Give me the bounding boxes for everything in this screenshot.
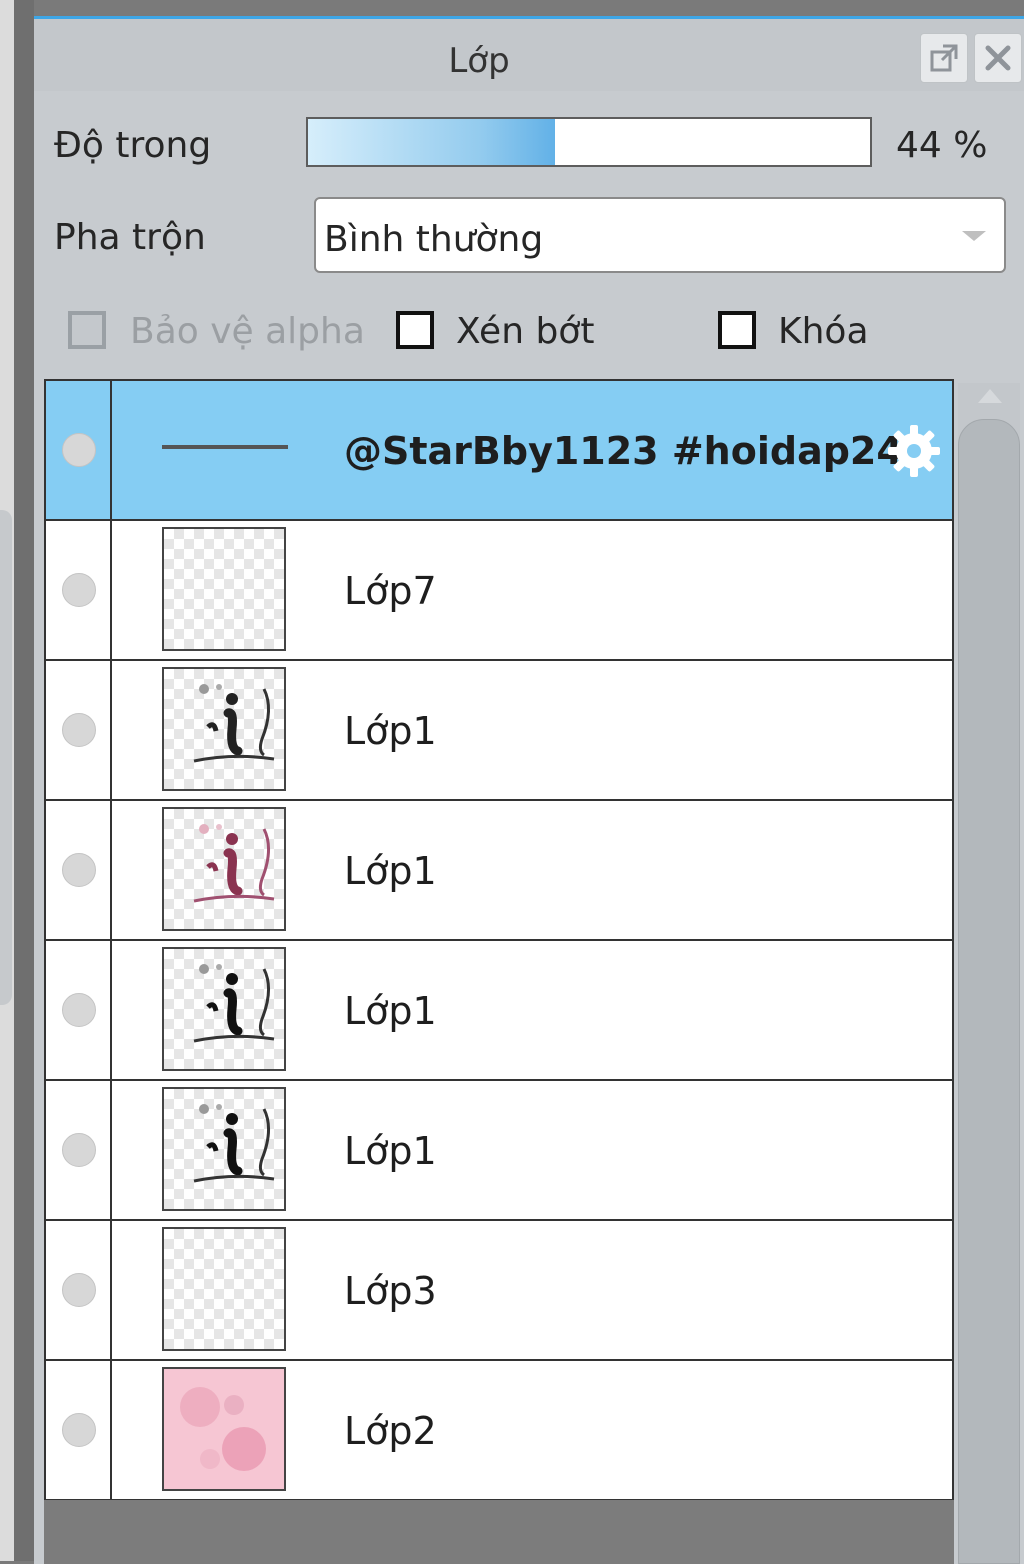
- opacity-label: Độ trong: [54, 125, 212, 166]
- layer-row[interactable]: Lớp1: [46, 1081, 952, 1221]
- panel-titlebar[interactable]: Lớp: [34, 19, 1024, 91]
- visibility-toggle[interactable]: [46, 661, 112, 799]
- gear-icon: [888, 425, 940, 477]
- close-icon: [985, 45, 1011, 71]
- layer-thumbnail: [162, 527, 286, 651]
- blend-label: Pha trộn: [54, 217, 206, 258]
- layer-name: Lớp1: [344, 849, 437, 893]
- visibility-toggle[interactable]: [46, 381, 112, 519]
- protect-alpha-checkbox[interactable]: [68, 311, 106, 349]
- lock-checkbox[interactable]: [718, 311, 756, 349]
- detach-button[interactable]: [920, 33, 968, 83]
- layer-row[interactable]: Lớp2: [46, 1361, 952, 1501]
- clipping-checkbox[interactable]: [396, 311, 434, 349]
- layer-name: Lớp1: [344, 1129, 437, 1173]
- visibility-dot-icon: [62, 713, 96, 747]
- sketch-thumbnail-icon: [193, 824, 275, 903]
- layer-row[interactable]: Lớp3: [46, 1221, 952, 1361]
- lock-label: Khóa: [778, 311, 869, 352]
- layer-name: Lớp7: [344, 569, 437, 613]
- layer-name: Lớp1: [344, 709, 437, 753]
- sketch-thumbnail-icon: [193, 684, 275, 763]
- layer-row[interactable]: Lớp7: [46, 521, 952, 661]
- layer-list: @StarBby1123 #hoidap247 Lớp7 Lớp1 Lớp1 L…: [44, 379, 954, 1501]
- blend-mode-value: Bình thường: [324, 219, 544, 260]
- opacity-value: 44 %: [896, 125, 988, 166]
- layer-name: Lớp3: [344, 1269, 437, 1313]
- blend-mode-select[interactable]: Bình thường: [314, 197, 1006, 273]
- layer-thumbnail: [162, 807, 286, 931]
- layer-list-empty-area: [44, 1500, 954, 1564]
- protect-alpha-label: Bảo vệ alpha: [130, 311, 365, 352]
- opacity-slider-fill: [308, 119, 556, 165]
- visibility-toggle[interactable]: [46, 801, 112, 939]
- clipping-label: Xén bớt: [456, 311, 595, 352]
- layer-name: Lớp2: [344, 1409, 437, 1453]
- panel-title: Lớp: [448, 41, 510, 81]
- layer-thumbnail: [162, 1087, 286, 1211]
- layer-row-selected[interactable]: @StarBby1123 #hoidap247: [46, 381, 952, 521]
- layer-thumbnail: [162, 1367, 286, 1491]
- layer-row[interactable]: Lớp1: [46, 941, 952, 1081]
- layer-name: @StarBby1123 #hoidap247: [344, 429, 930, 473]
- close-button[interactable]: [974, 33, 1022, 83]
- visibility-toggle[interactable]: [46, 941, 112, 1079]
- sketch-thumbnail-icon: [193, 964, 275, 1043]
- side-tab[interactable]: [0, 510, 12, 1005]
- visibility-toggle[interactable]: [46, 521, 112, 659]
- detach-window-icon: [930, 44, 958, 72]
- scrollbar-thumb[interactable]: [958, 419, 1020, 1564]
- visibility-dot-icon: [62, 1133, 96, 1167]
- layer-thumbnail: [162, 947, 286, 1071]
- visibility-toggle[interactable]: [46, 1081, 112, 1219]
- text-layer-thumbnail: [162, 445, 288, 449]
- visibility-toggle[interactable]: [46, 1221, 112, 1359]
- visibility-dot-icon: [62, 993, 96, 1027]
- layer-thumbnail: [162, 1227, 286, 1351]
- visibility-dot-icon: [62, 573, 96, 607]
- layer-row[interactable]: Lớp1: [46, 661, 952, 801]
- visibility-dot-icon: [62, 433, 96, 467]
- scroll-up-arrow-icon[interactable]: [978, 389, 1002, 403]
- visibility-dot-icon: [62, 853, 96, 887]
- layer-thumbnail: [162, 667, 286, 791]
- flowers-thumbnail-icon: [180, 1387, 266, 1471]
- visibility-toggle[interactable]: [46, 1361, 112, 1499]
- opacity-slider[interactable]: [306, 117, 872, 167]
- layer-row[interactable]: Lớp1: [46, 801, 952, 941]
- sketch-thumbnail-icon: [193, 1104, 275, 1183]
- layer-name: Lớp1: [344, 989, 437, 1033]
- layer-panel: Lớp Độ trong 44 % Pha trộn Bình thường B…: [34, 16, 1024, 1564]
- left-gutter: [14, 0, 34, 1561]
- visibility-dot-icon: [62, 1273, 96, 1307]
- chevron-down-icon: [962, 231, 986, 241]
- visibility-dot-icon: [62, 1413, 96, 1447]
